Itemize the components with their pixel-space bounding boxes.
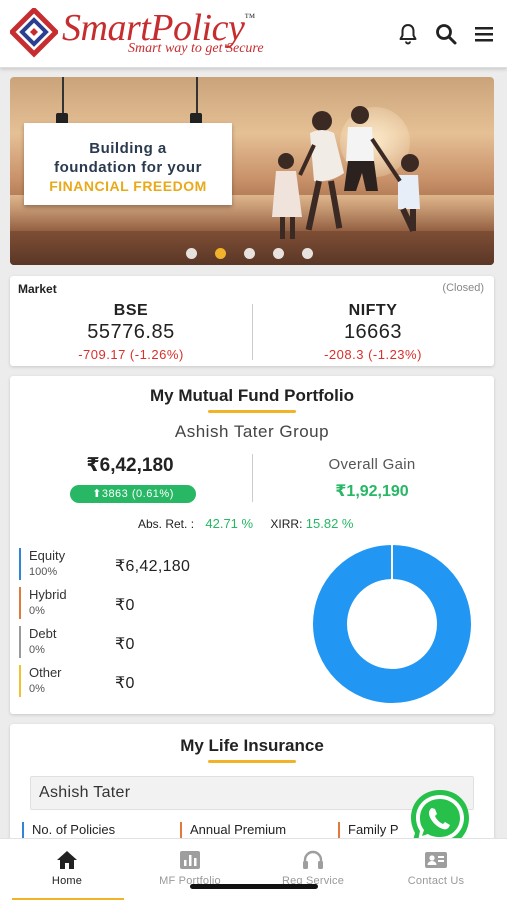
annual-premium-column: Annual Premium bbox=[180, 822, 287, 840]
returns-row: Abs. Ret. : 42.71 % XIRR: 15.82 % bbox=[138, 516, 353, 531]
sign-rope-left bbox=[62, 77, 64, 115]
life-title-underline bbox=[208, 760, 296, 763]
mutual-fund-card[interactable]: My Mutual Fund Portfolio Ashish Tater Gr… bbox=[10, 376, 494, 714]
nav-contact-us[interactable]: Contact Us bbox=[373, 839, 499, 900]
allocation-amount: ₹6,42,180 bbox=[115, 558, 191, 575]
market-card[interactable]: Market (Closed) BSE 55776.85 -709.17 (-1… bbox=[10, 276, 494, 366]
bse-value: 55776.85 bbox=[87, 321, 175, 343]
abs-ret-value: 42.71 % bbox=[205, 516, 254, 531]
carousel-dot[interactable] bbox=[273, 248, 284, 259]
carousel-dot-active[interactable] bbox=[215, 248, 226, 259]
banner-line-3: FINANCIAL FREEDOM bbox=[49, 178, 207, 194]
column-label: Annual Premium bbox=[190, 822, 287, 837]
allocation-amount: ₹0 bbox=[115, 636, 135, 653]
bse-change: -709.17 (-1.26%) bbox=[78, 347, 184, 362]
chart-icon bbox=[180, 851, 200, 869]
overall-gain-value: ₹1,92,190 bbox=[335, 483, 409, 500]
bse-name: BSE bbox=[113, 302, 149, 319]
allocation-debt[interactable]: Debt 0% ₹0 bbox=[19, 626, 209, 658]
policies-count-column: No. of Policies bbox=[22, 822, 116, 840]
mf-section-title: My Mutual Fund Portfolio bbox=[150, 386, 354, 405]
nav-label: Home bbox=[51, 875, 83, 887]
allocation-color-bar bbox=[19, 626, 21, 658]
banner-sign: Building a foundation for your FINANCIAL… bbox=[24, 123, 232, 205]
xirr-value: 15.82 % bbox=[305, 516, 354, 531]
mf-divider bbox=[252, 454, 253, 502]
nifty-change: -208.3 (-1.23%) bbox=[324, 347, 422, 362]
nifty-name: NIFTY bbox=[348, 302, 398, 319]
bse-index: BSE 55776.85 -709.17 (-1.26%) bbox=[10, 302, 252, 362]
mf-title-underline bbox=[208, 410, 296, 413]
mf-group-name: Ashish Tater Group bbox=[174, 422, 330, 441]
carousel-dot[interactable] bbox=[302, 248, 313, 259]
xirr-label: XIRR: bbox=[270, 517, 303, 531]
home-indicator-bar bbox=[190, 884, 318, 889]
banner-line-2: foundation for your bbox=[54, 159, 202, 176]
search-icon[interactable] bbox=[434, 22, 458, 46]
nifty-index: NIFTY 16663 -208.3 (-1.23%) bbox=[252, 302, 494, 362]
column-label: No. of Policies bbox=[32, 822, 116, 837]
allocation-amount: ₹0 bbox=[115, 597, 135, 614]
column-label: Family P bbox=[348, 822, 399, 837]
allocation-name: Hybrid bbox=[29, 587, 67, 602]
bell-icon[interactable] bbox=[396, 22, 420, 46]
allocation-pct: 0% bbox=[29, 683, 45, 695]
allocation-equity[interactable]: Equity 100% ₹6,42,180 bbox=[19, 548, 209, 580]
mf-total-value: ₹6,42,180 bbox=[86, 455, 174, 476]
banner-line-1: Building a bbox=[89, 140, 167, 157]
overall-gain-label: Overall Gain bbox=[328, 456, 416, 473]
allocation-pct: 100% bbox=[29, 566, 58, 578]
allocation-name: Other bbox=[29, 665, 62, 680]
allocation-pct: 0% bbox=[29, 644, 45, 656]
market-status: (Closed) bbox=[442, 282, 484, 294]
nifty-value: 16663 bbox=[343, 321, 403, 343]
brand-tagline: Smart way to get Secure bbox=[128, 41, 264, 56]
allocation-donut-chart[interactable] bbox=[300, 544, 484, 704]
nav-req-service[interactable]: Req Service bbox=[250, 839, 376, 900]
allocation-name: Debt bbox=[29, 626, 57, 641]
nav-label: Contact Us bbox=[407, 875, 465, 887]
family-column: Family P bbox=[338, 822, 399, 840]
promo-banner[interactable]: Building a foundation for your FINANCIAL… bbox=[10, 77, 494, 265]
allocation-color-bar bbox=[19, 548, 21, 580]
allocation-color-bar bbox=[19, 587, 21, 619]
nav-home[interactable]: Home bbox=[4, 839, 130, 900]
allocation-other[interactable]: Other 0% ₹0 bbox=[19, 665, 209, 697]
home-icon bbox=[57, 851, 77, 869]
family-silhouette-image bbox=[272, 106, 420, 239]
headset-icon bbox=[303, 850, 323, 869]
brand-logo-icon bbox=[10, 8, 58, 58]
carousel-dot[interactable] bbox=[186, 248, 197, 259]
carousel-dot[interactable] bbox=[244, 248, 255, 259]
allocation-name: Equity bbox=[29, 548, 66, 563]
allocation-amount: ₹0 bbox=[115, 675, 135, 692]
life-section-title: My Life Insurance bbox=[180, 736, 324, 755]
bottom-navigation: Home MF Portfolio Req Service Contact Us bbox=[0, 838, 507, 900]
sign-rope-right bbox=[196, 77, 198, 115]
mf-day-change-badge: ⬆3863 (0.61%) bbox=[70, 485, 196, 503]
nav-mf-portfolio[interactable]: MF Portfolio bbox=[127, 839, 253, 900]
carousel-dots bbox=[186, 248, 313, 259]
allocation-pct: 0% bbox=[29, 605, 45, 617]
abs-ret-label: Abs. Ret. : bbox=[138, 517, 195, 531]
donut-equity-segment[interactable] bbox=[313, 545, 471, 703]
allocation-color-bar bbox=[19, 665, 21, 697]
market-label: Market bbox=[18, 282, 57, 296]
app-header: SmartPolicy™ Smart way to get Secure bbox=[0, 0, 507, 68]
contact-card-icon bbox=[425, 852, 447, 868]
allocation-hybrid[interactable]: Hybrid 0% ₹0 bbox=[19, 587, 209, 619]
menu-icon[interactable] bbox=[472, 22, 496, 46]
